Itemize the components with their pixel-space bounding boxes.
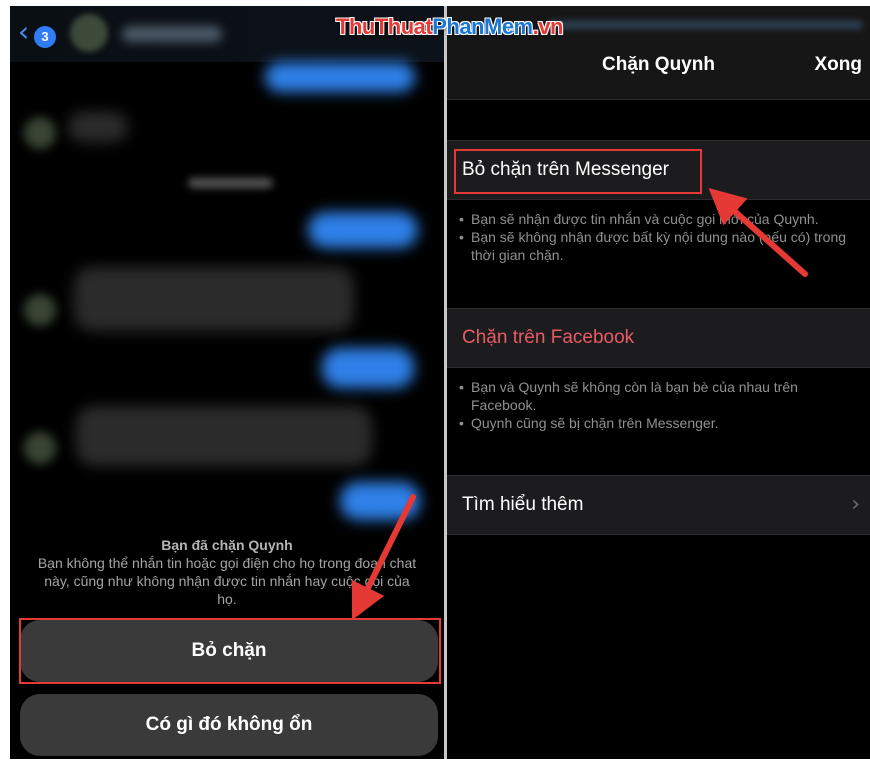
description-text: Bạn sẽ nhận được tin nhắn và cuộc gọi mớ…	[471, 211, 819, 227]
message-bubble	[322, 348, 414, 388]
watermark-part: ThuThuat	[336, 14, 433, 39]
done-button[interactable]: Xong	[815, 54, 863, 76]
bullet: •	[459, 415, 464, 431]
contact-name-blurred[interactable]	[122, 26, 222, 42]
chevron-right-icon: ›	[851, 492, 860, 517]
avatar	[24, 432, 56, 464]
contact-avatar[interactable]	[70, 14, 108, 52]
description-text: Bạn sẽ không nhận được bất kỳ nội dung n…	[471, 229, 847, 263]
unread-badge[interactable]: 3	[34, 26, 56, 48]
block-facebook-description: • Bạn và Quynh sẽ không còn là bạn bè củ…	[459, 378, 864, 432]
timestamp-blurred	[188, 178, 273, 188]
chat-panel: ‹ 3 Bạn đã chặn Quynh Bạn không thể nhắn…	[10, 6, 444, 759]
bullet: •	[459, 379, 464, 395]
report-problem-button[interactable]: Có gì đó không ổn	[20, 694, 438, 756]
learn-more-label: Tìm hiểu thêm	[462, 494, 584, 515]
status-strip	[547, 20, 863, 30]
blocked-notice: Bạn đã chặn Quynh Bạn không thể nhắn tin…	[10, 536, 444, 608]
watermark-part: .vn	[532, 14, 564, 39]
description-item: • Bạn sẽ nhận được tin nhắn và cuộc gọi …	[459, 210, 864, 228]
bullet: •	[459, 211, 464, 227]
block-facebook-row[interactable]: Chặn trên Facebook	[447, 308, 870, 368]
message-bubble	[308, 212, 418, 248]
block-settings-panel: Chặn Quynh Xong Bỏ chặn trên Messenger •…	[447, 6, 870, 759]
description-item: • Bạn và Quynh sẽ không còn là bạn bè củ…	[459, 378, 864, 414]
unblock-description: • Bạn sẽ nhận được tin nhắn và cuộc gọi …	[459, 210, 864, 264]
blocked-description: Bạn không thể nhắn tin hoặc gọi điện cho…	[37, 555, 417, 607]
chat-messages-blurred	[10, 62, 444, 532]
message-bubble	[76, 406, 372, 466]
watermark-logo: ThuThuatPhanMem.vn	[336, 14, 563, 40]
message-bubble	[68, 112, 128, 142]
block-facebook-label: Chặn trên Facebook	[462, 327, 635, 348]
avatar	[24, 294, 56, 326]
message-bubble	[74, 267, 354, 331]
description-text: Quynh cũng sẽ bị chặn trên Messenger.	[471, 415, 719, 431]
blocked-title: Bạn đã chặn Quynh	[161, 537, 293, 553]
description-text: Bạn và Quynh sẽ không còn là bạn bè của …	[471, 379, 798, 413]
highlight-box	[19, 618, 441, 684]
avatar	[24, 117, 56, 149]
message-bubble	[340, 482, 420, 520]
description-item: • Bạn sẽ không nhận được bất kỳ nội dung…	[459, 228, 864, 264]
message-bubble	[265, 62, 415, 92]
learn-more-row[interactable]: Tìm hiểu thêm ›	[447, 475, 870, 535]
description-item: • Quynh cũng sẽ bị chặn trên Messenger.	[459, 414, 864, 432]
bullet: •	[459, 229, 464, 245]
page-title: Chặn Quynh	[602, 54, 715, 75]
highlight-box	[454, 149, 702, 194]
watermark-part: PhanMem	[432, 14, 533, 39]
